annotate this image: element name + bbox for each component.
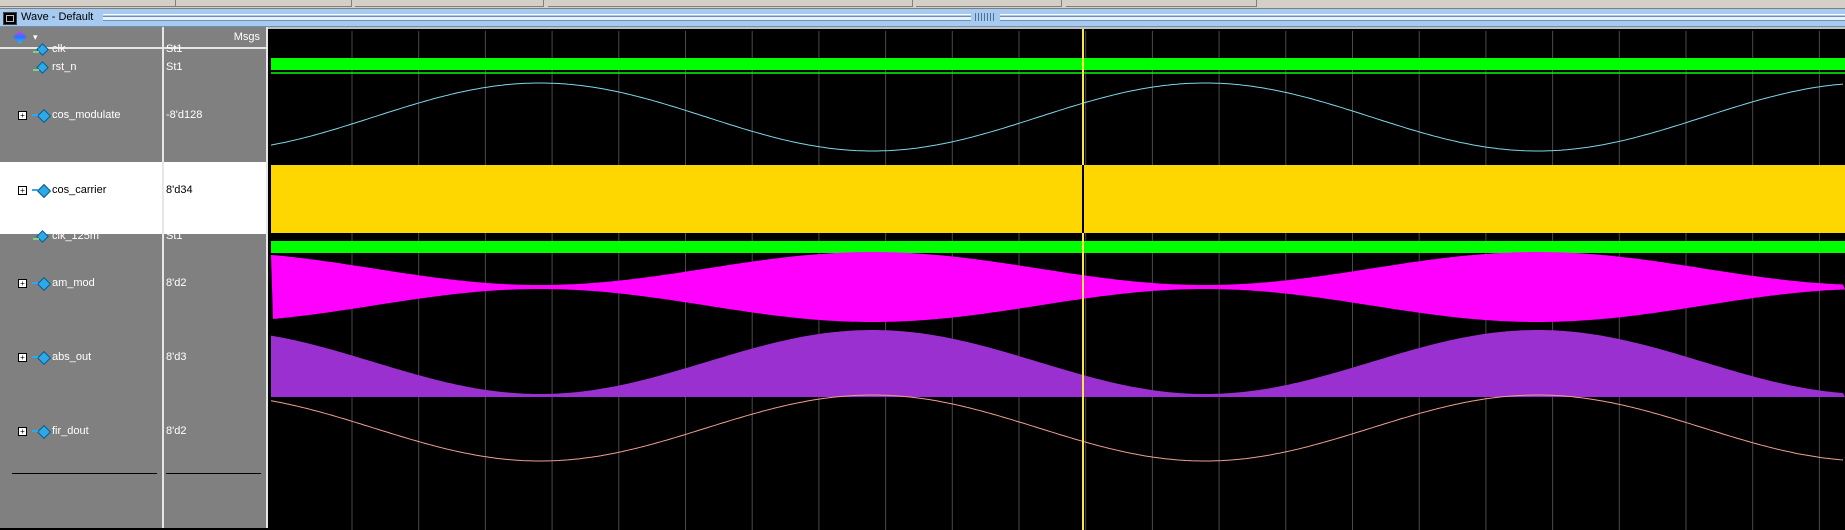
value-row-clk: St1	[164, 43, 266, 57]
signal-values-pane: Msgs St1 St1 -8'd128 8'd34 St1 8'd2 8'd3 8'd2	[164, 27, 268, 528]
dropdown-arrow-icon[interactable]: ▾	[33, 32, 38, 43]
clk-125m-waveform	[271, 241, 1845, 253]
value-row-cos_modulate: -8'd128	[164, 109, 266, 123]
expand-toggle-icon[interactable]: +	[18, 111, 27, 120]
value-row-abs_out: 8'd3	[164, 351, 266, 365]
signal-value: St1	[166, 61, 183, 73]
value-row-clk_125m: St1	[164, 230, 266, 244]
signal-value: 8'd2	[166, 277, 187, 289]
signal-value: 8'd2	[166, 425, 187, 437]
toolbar-segment	[916, 0, 1062, 7]
toolbar-segment	[355, 0, 544, 7]
drag-grip-left[interactable]	[103, 14, 971, 17]
wire-signal-icon	[33, 44, 46, 54]
value-row-cos_carrier: 8'd34	[164, 162, 266, 234]
cos-modulate-waveform	[270, 82, 1844, 152]
value-row-am_mod: 8'd2	[164, 277, 266, 291]
list-end-divider	[12, 473, 157, 474]
bus-signal-icon	[32, 352, 48, 362]
wave-tool-icon[interactable]	[13, 30, 27, 44]
signal-name: cos_carrier	[52, 184, 107, 196]
signal-row-cos_carrier[interactable]: + cos_carrier	[0, 162, 162, 234]
wire-signal-icon	[33, 231, 46, 241]
value-row-rst_n: St1	[164, 61, 266, 75]
value-row-fir_dout: 8'd2	[164, 425, 266, 439]
signal-row-clk_125m[interactable]: clk_125m	[0, 230, 162, 244]
bus-signal-icon	[32, 426, 48, 436]
window-title: Wave - Default	[21, 11, 94, 23]
signal-row-fir_dout[interactable]: + fir_dout	[0, 425, 162, 439]
signal-name: rst_n	[52, 61, 77, 73]
signal-name: clk_125m	[52, 230, 100, 242]
msgs-column-label: Msgs	[233, 31, 260, 43]
expand-toggle-icon[interactable]: +	[18, 353, 27, 362]
signal-value: 8'd3	[166, 351, 187, 363]
cos-carrier-waveform	[271, 165, 1845, 233]
expand-toggle-icon[interactable]: +	[18, 279, 27, 288]
waveform-pane[interactable]	[268, 27, 1845, 530]
clk-waveform	[271, 58, 1845, 70]
signal-name: clk	[52, 43, 66, 55]
signal-names-pane[interactable]: ▾ clk rst_n + cos_modulate + cos_carrier clk_1…	[0, 27, 164, 528]
signal-name: fir_dout	[52, 425, 89, 437]
signal-value: -8'd128	[166, 109, 203, 121]
list-end-divider	[166, 473, 261, 474]
am-mod-waveform	[271, 252, 1845, 322]
bus-signal-icon	[32, 278, 48, 288]
wave-window-titlebar[interactable]: Wave - Default	[0, 9, 1845, 27]
signal-row-am_mod[interactable]: + am_mod	[0, 277, 162, 291]
signal-value: 8'd34	[166, 184, 193, 196]
expand-toggle-icon[interactable]: +	[18, 186, 27, 195]
signal-row-rst_n[interactable]: rst_n	[0, 61, 162, 75]
bus-signal-icon	[32, 185, 48, 195]
signal-name: am_mod	[52, 277, 95, 289]
signal-row-cos_modulate[interactable]: + cos_modulate	[0, 109, 162, 123]
top-toolbar-strip	[0, 0, 1845, 9]
toolbar-segment	[0, 0, 176, 7]
toolbar-segment	[1066, 0, 1257, 7]
abs-out-waveform	[271, 330, 1845, 397]
signal-name: abs_out	[52, 351, 92, 363]
signal-value: St1	[166, 230, 183, 242]
wire-signal-icon	[33, 62, 46, 72]
signal-row-clk[interactable]: clk	[0, 43, 162, 57]
signal-name: cos_modulate	[52, 109, 121, 121]
signal-row-abs_out[interactable]: + abs_out	[0, 351, 162, 365]
bus-signal-icon	[32, 110, 48, 120]
drag-handle-center[interactable]	[975, 13, 995, 21]
toolbar-segment	[176, 0, 352, 7]
waveform-canvas[interactable]	[268, 29, 1845, 530]
expand-toggle-icon[interactable]: +	[18, 427, 27, 436]
drag-grip-right[interactable]	[1000, 14, 1845, 17]
toolbar-segment	[548, 0, 913, 7]
fir-dout-waveform	[270, 394, 1844, 462]
wave-window-icon	[3, 12, 17, 25]
signal-value: St1	[166, 43, 183, 55]
